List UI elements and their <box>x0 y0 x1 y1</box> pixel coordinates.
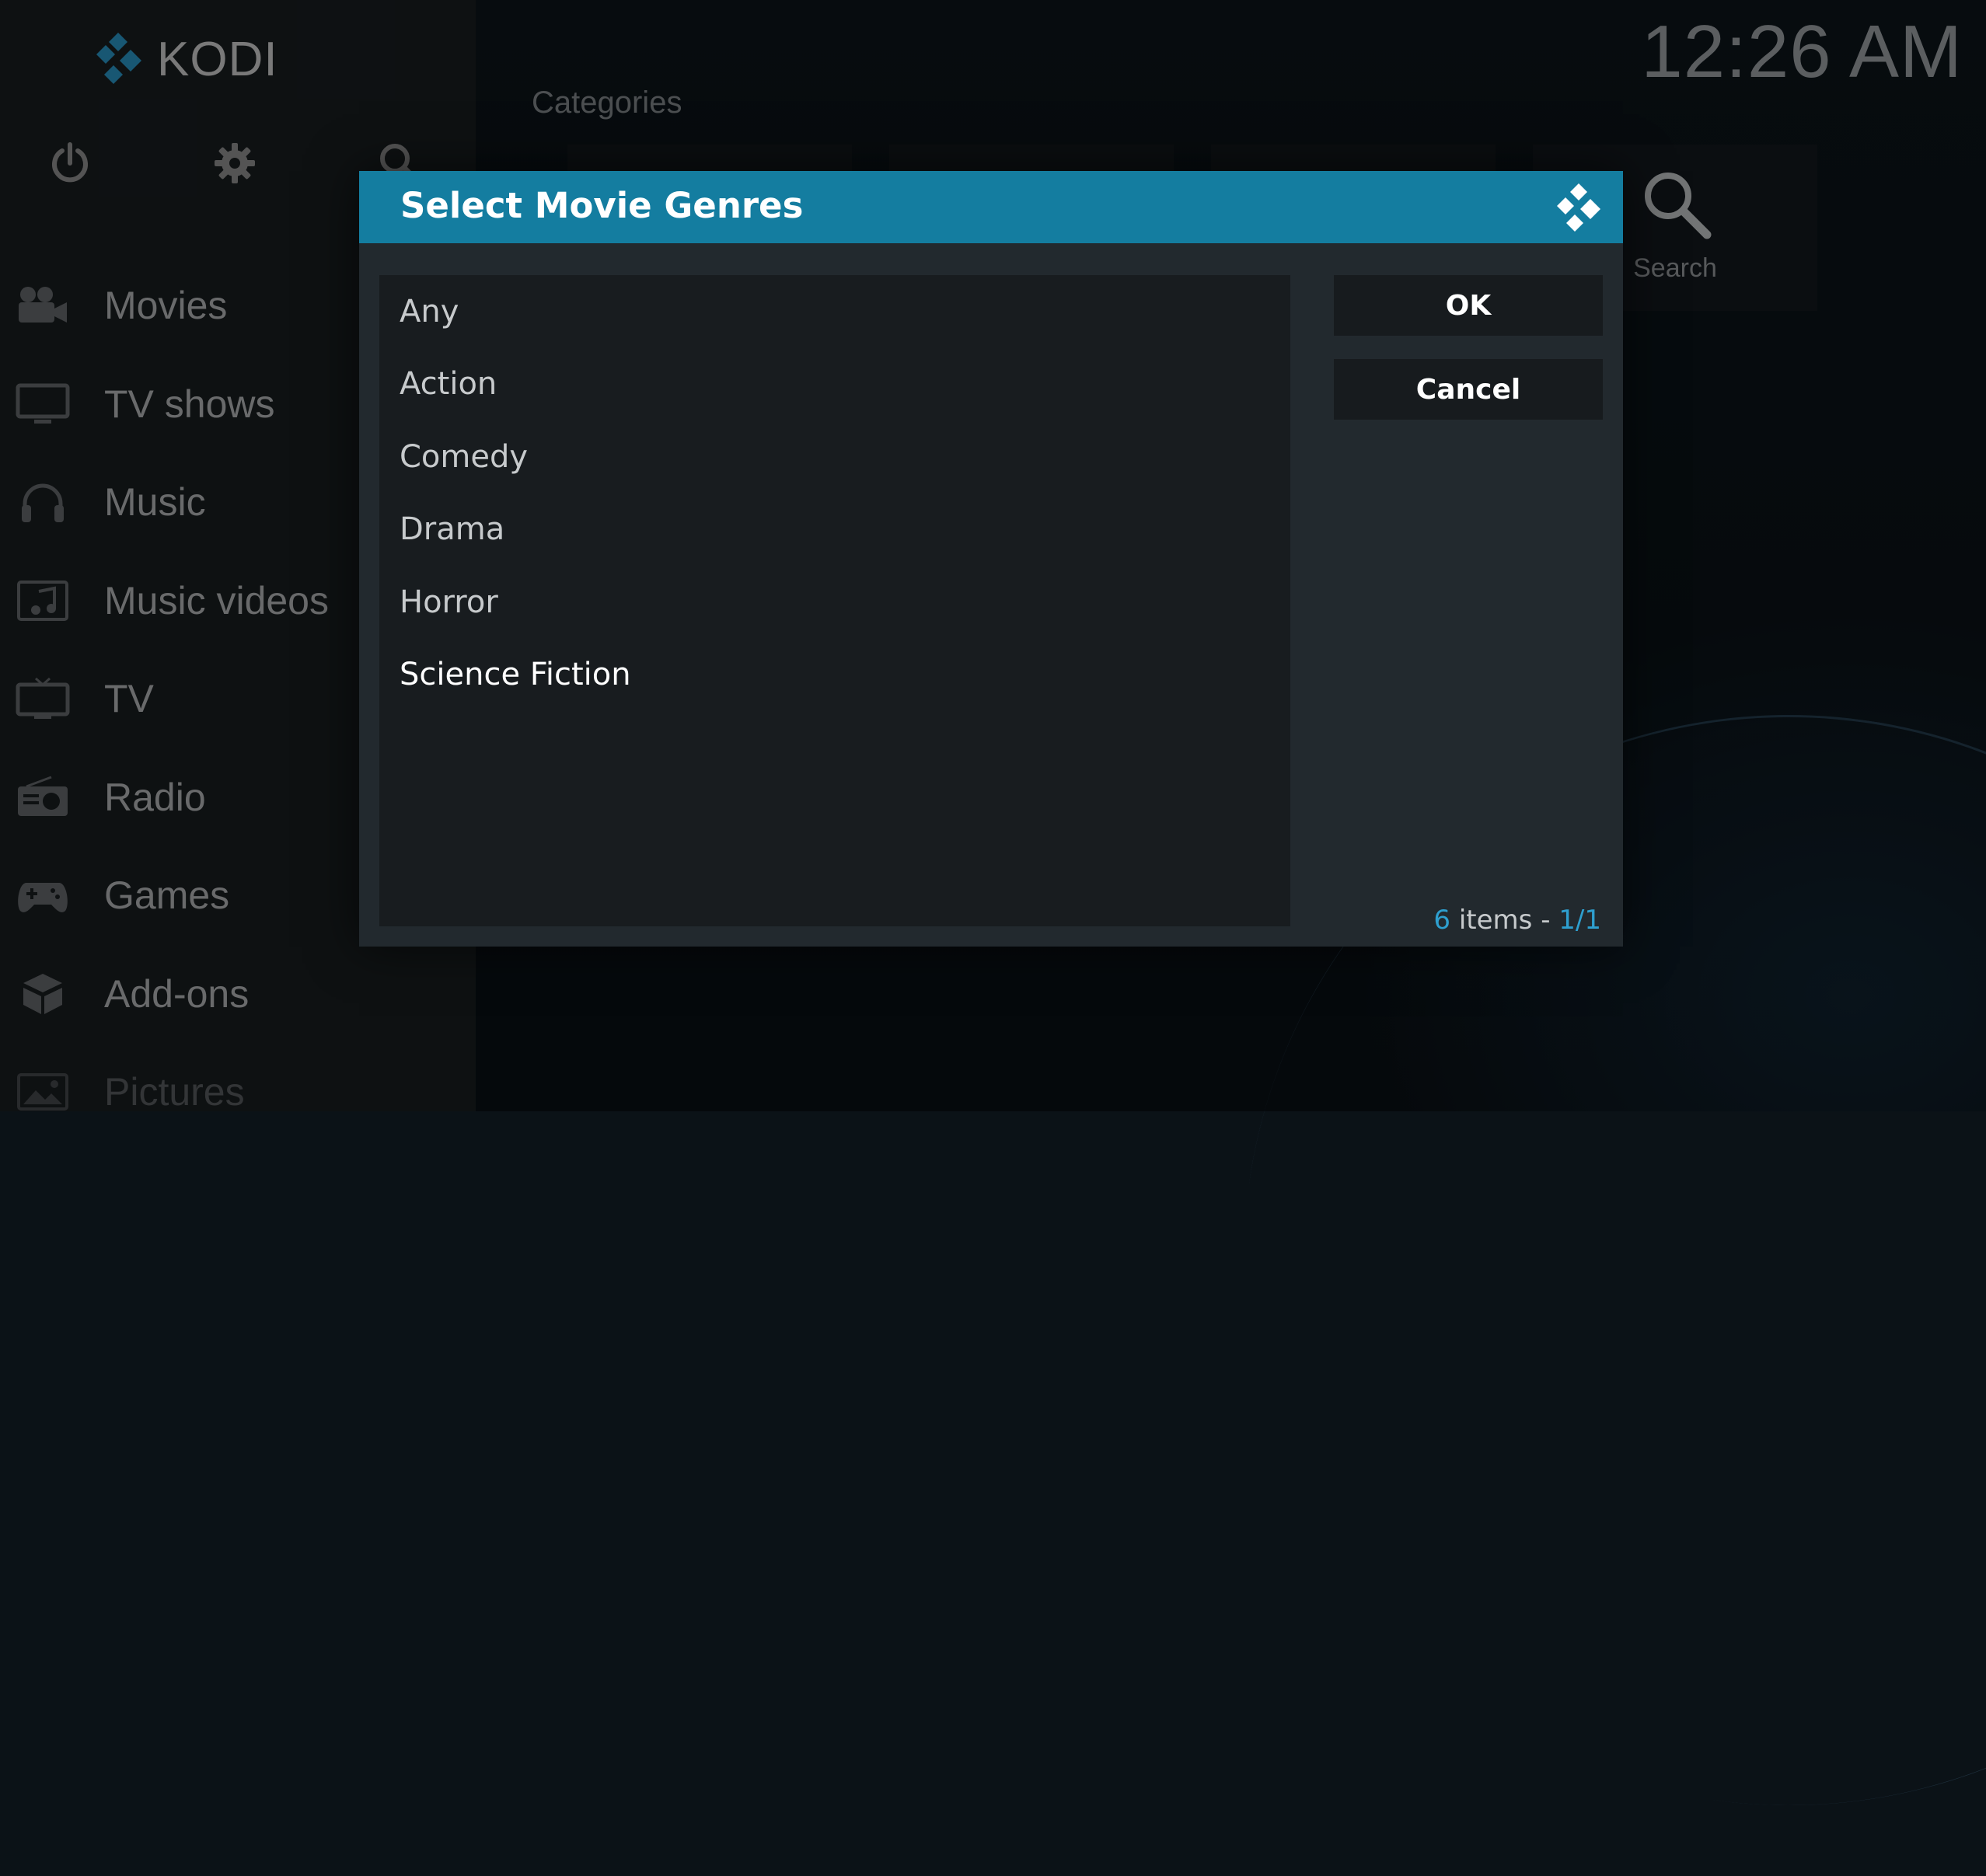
list-item[interactable]: Horror <box>379 566 1290 639</box>
select-genres-dialog: Select Movie Genres Any Action Comedy Dr… <box>359 171 1623 947</box>
list-item[interactable]: Drama <box>379 493 1290 567</box>
page-indicator: 1/1 <box>1558 905 1601 936</box>
item-count-text: items - <box>1450 905 1559 936</box>
list-item[interactable]: Comedy <box>379 420 1290 493</box>
ok-button[interactable]: OK <box>1334 275 1603 336</box>
item-count-number: 6 <box>1433 905 1451 936</box>
item-count: 6 items - 1/1 <box>1433 905 1601 936</box>
genre-list: Any Action Comedy Drama Horror Science F… <box>379 275 1290 926</box>
list-item-selected[interactable]: Science Fiction <box>379 639 1290 712</box>
dialog-header: Select Movie Genres <box>359 171 1623 243</box>
cancel-button[interactable]: Cancel <box>1334 359 1603 420</box>
kodi-logo-icon <box>1557 183 1600 232</box>
list-item[interactable]: Action <box>379 348 1290 421</box>
list-item[interactable]: Any <box>379 275 1290 348</box>
dialog-title: Select Movie Genres <box>400 185 804 226</box>
